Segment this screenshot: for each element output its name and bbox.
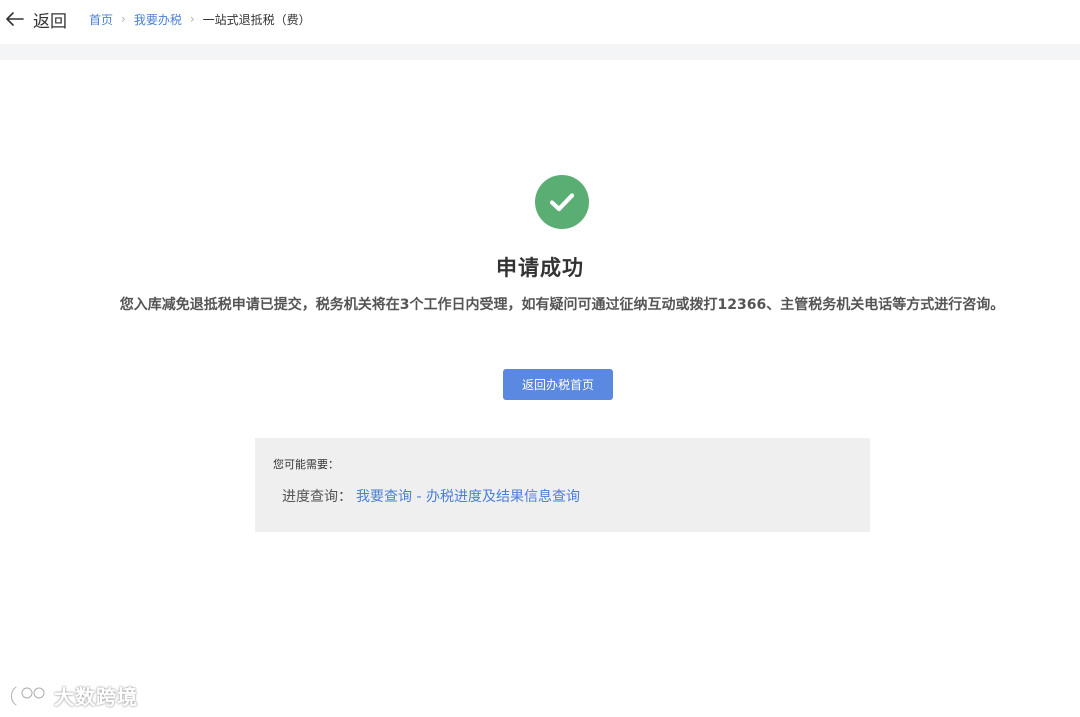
- breadcrumb-tax-service[interactable]: 我要办税: [134, 11, 182, 28]
- back-button[interactable]: 返回: [6, 7, 67, 32]
- result-message: 您入库减免退抵税申请已提交，税务机关将在3个工作日内受理，如有疑问可通过征纳互动…: [119, 297, 1005, 313]
- progress-query-link[interactable]: 我要查询 - 办税进度及结果信息查询: [356, 486, 580, 506]
- breadcrumb-separator: ›: [121, 12, 126, 26]
- arrow-left-icon: [6, 12, 24, 26]
- breadcrumb-separator: ›: [189, 12, 195, 26]
- watermark-text: 大数跨境: [54, 685, 138, 709]
- result-panel: 申请成功 您入库减免退抵税申请已提交，税务机关将在3个工作日内受理，如有疑问可通…: [0, 60, 1080, 717]
- back-label: 返回: [33, 11, 67, 32]
- suggestion-box: 您可能需要： 进度查询： 我要查询 - 办税进度及结果信息查询: [255, 438, 870, 532]
- top-bar: 返回 首页 › 我要办税 › 一站式退抵税（费）: [0, 0, 1080, 38]
- return-home-button[interactable]: 返回办税首页: [503, 369, 613, 400]
- progress-query-label: 进度查询：: [282, 489, 352, 505]
- breadcrumb-home[interactable]: 首页: [89, 11, 113, 28]
- suggestion-title: 您可能需要：: [273, 458, 339, 471]
- result-title: 申请成功: [496, 256, 584, 280]
- progress-query-row: 进度查询： 我要查询 - 办税进度及结果信息查询: [282, 486, 580, 506]
- watermark: 大数跨境: [8, 681, 138, 710]
- header-divider-band: [0, 44, 1080, 60]
- breadcrumb-current: 一站式退抵税（费）: [202, 12, 311, 27]
- breadcrumb: 首页 › 我要办税 › 一站式退抵税（费）: [89, 11, 311, 28]
- checkmark-circle-icon: [535, 175, 589, 229]
- watermark-logo-icon: [10, 685, 45, 706]
